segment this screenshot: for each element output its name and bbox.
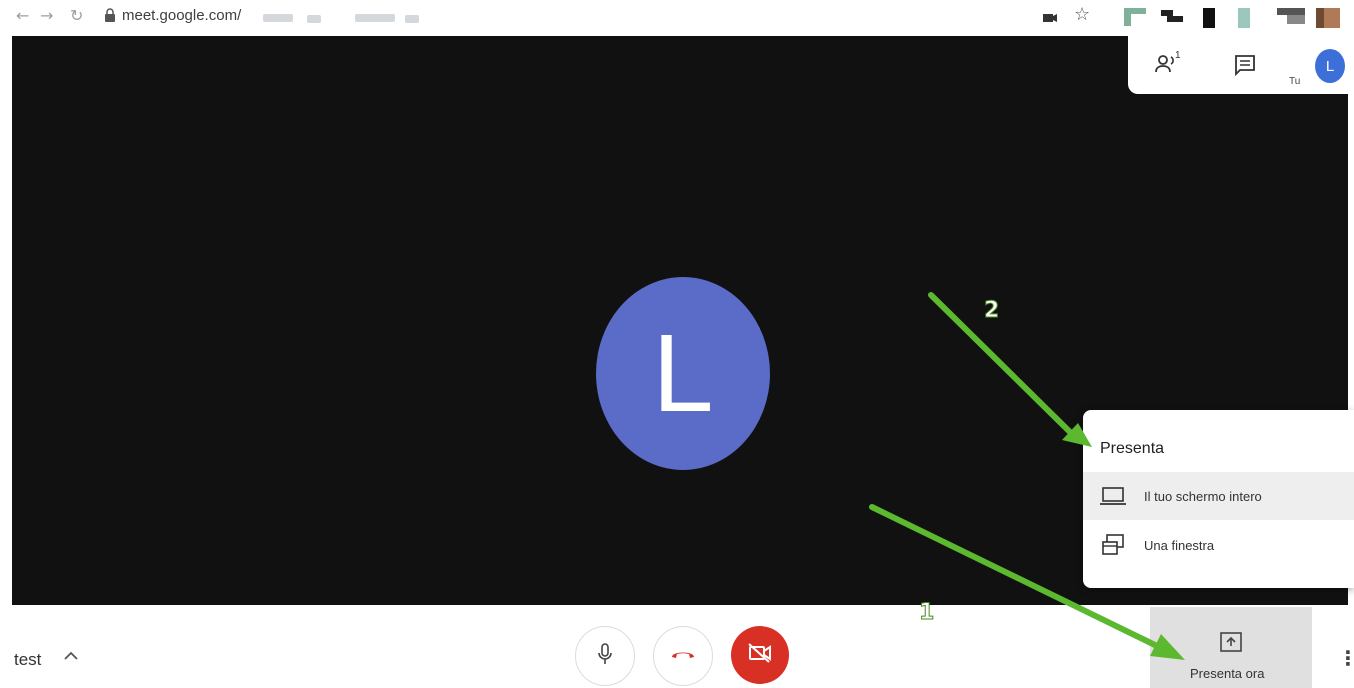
step-2-label: 2 [983,298,1000,324]
arrow-step-2 [928,292,1073,435]
annotation-arrows [869,292,1185,660]
step-1-label: 1 [918,600,935,626]
arrow-step-1-head [1150,634,1185,660]
arrow-step-1 [869,504,1158,648]
